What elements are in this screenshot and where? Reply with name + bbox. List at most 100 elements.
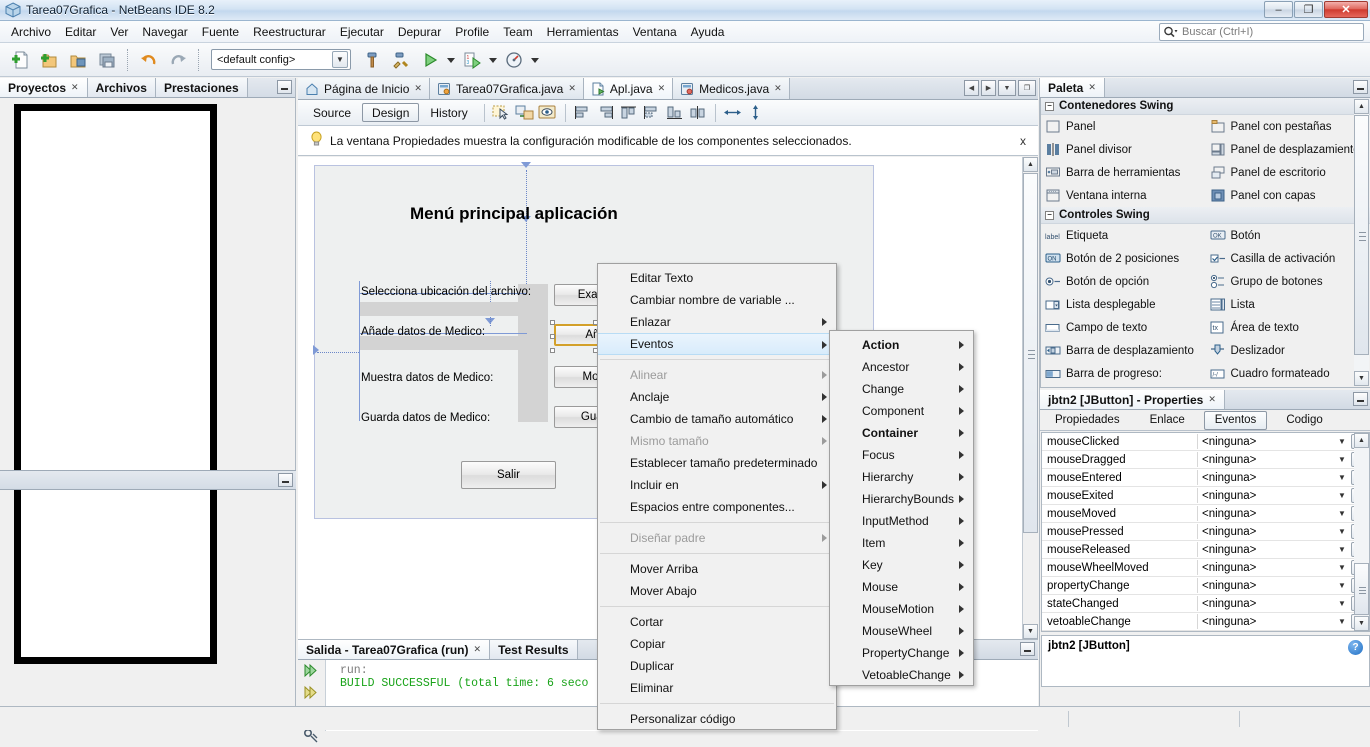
table-row[interactable]: stateChanged <ninguna> ▼ ... xyxy=(1042,595,1369,613)
palette-item-deslizador[interactable]: Deslizador xyxy=(1206,339,1370,362)
maximize-editor-button[interactable]: ❐ xyxy=(1018,80,1036,96)
minimize-projects-button[interactable] xyxy=(277,80,292,94)
scroll-tabs-left-button[interactable]: ◀ xyxy=(964,80,979,96)
chevron-down-icon[interactable]: ▼ xyxy=(1335,489,1349,503)
run-again-icon[interactable] xyxy=(303,663,320,681)
minimize-button[interactable]: – xyxy=(1264,1,1293,18)
undo-icon[interactable] xyxy=(135,47,162,73)
close-button[interactable]: ✕ xyxy=(1324,1,1368,18)
resize-horizontal-icon[interactable] xyxy=(722,103,744,123)
rerun-icon[interactable] xyxy=(303,685,320,703)
chevron-down-icon[interactable]: ▼ xyxy=(1335,561,1349,575)
table-row[interactable]: mouseExited <ninguna> ▼ ... xyxy=(1042,487,1369,505)
menu-editar[interactable]: Editar xyxy=(58,23,103,41)
palette-item-boton-de-opcion[interactable]: Botón de opción xyxy=(1041,270,1206,293)
palette-item-panel[interactable]: Panel xyxy=(1041,115,1206,138)
align-bottom-icon[interactable] xyxy=(664,103,686,123)
tab-propiedades[interactable]: Propiedades xyxy=(1044,411,1131,430)
scroll-down-icon[interactable]: ▼ xyxy=(1023,624,1038,639)
align-left-icon[interactable] xyxy=(572,103,594,123)
events-submenu-item-change[interactable]: Change xyxy=(830,378,973,400)
menu-ver[interactable]: Ver xyxy=(103,23,135,41)
menu-navegar[interactable]: Navegar xyxy=(135,23,194,41)
palette-item-panel-de-escritorio[interactable]: Panel de escritorio xyxy=(1206,161,1370,184)
events-submenu-item-focus[interactable]: Focus xyxy=(830,444,973,466)
left-panel-splitter[interactable] xyxy=(0,470,296,490)
clean-build-icon[interactable] xyxy=(387,47,414,73)
minimize-properties-button[interactable] xyxy=(1353,392,1368,406)
redo-icon[interactable] xyxy=(164,47,191,73)
context-menu-item-personalizar-codigo[interactable]: Personalizar código xyxy=(598,708,836,730)
tab-medicos-java[interactable]: Medicos.java ✕ xyxy=(673,78,790,99)
context-menu-item-espacios-entre-componentes[interactable]: Espacios entre componentes... xyxy=(598,496,836,518)
palette-item-panel-divisor[interactable]: Panel divisor xyxy=(1041,138,1206,161)
context-menu-item-mover-abajo[interactable]: Mover Abajo xyxy=(598,580,836,602)
align-top-icon[interactable] xyxy=(618,103,640,123)
palette-item-panel-con-pestanas[interactable]: Panel con pestañas xyxy=(1206,115,1370,138)
palette-item-cuadro-formateado[interactable]: /-/ Cuadro formateado xyxy=(1206,362,1370,385)
event-value-cell[interactable]: <ninguna> ▼ ... xyxy=(1197,524,1369,539)
tab-test-results[interactable]: Test Results xyxy=(490,640,577,659)
events-submenu-item-mousemotion[interactable]: MouseMotion xyxy=(830,598,973,620)
chevron-down-icon[interactable]: ▼ xyxy=(1335,597,1349,611)
palette-item-panel-con-capas[interactable]: Panel con capas xyxy=(1206,184,1370,207)
close-icon[interactable]: ✕ xyxy=(1088,82,1096,93)
connection-mode-icon[interactable] xyxy=(514,103,536,123)
palette-item-ventana-interna[interactable]: Ventana interna xyxy=(1041,184,1206,207)
events-submenu-item-mouse[interactable]: Mouse xyxy=(830,576,973,598)
events-submenu-item-component[interactable]: Component xyxy=(830,400,973,422)
chevron-down-icon[interactable]: ▼ xyxy=(1335,615,1349,629)
debug-project-icon[interactable]: 1 3 xyxy=(458,47,485,73)
run-project-icon[interactable] xyxy=(416,47,443,73)
palette-item-barra-de-herramientas[interactable]: Barra de herramientas xyxy=(1041,161,1206,184)
context-menu-item-enlazar[interactable]: Enlazar xyxy=(598,311,836,333)
tab-properties[interactable]: jbtn2 [JButton] - Properties ✕ xyxy=(1040,390,1225,409)
close-icon[interactable]: ✕ xyxy=(414,83,422,94)
menu-profile[interactable]: Profile xyxy=(448,23,496,41)
profile-dropdown-icon[interactable] xyxy=(529,47,540,73)
close-icon[interactable]: ✕ xyxy=(658,83,666,94)
palette-item-barra-de-desplazamiento[interactable]: Barra de desplazamiento xyxy=(1041,339,1206,362)
events-submenu-item-action[interactable]: Action xyxy=(830,334,973,356)
search-input[interactable]: Buscar (Ctrl+I) xyxy=(1159,23,1364,41)
tab-prestaciones[interactable]: Prestaciones xyxy=(156,78,248,97)
context-menu-item-copiar[interactable]: Copiar xyxy=(598,633,836,655)
context-menu-item-establecer-tamano-predeterminado[interactable]: Establecer tamaño predeterminado xyxy=(598,452,836,474)
event-value-cell[interactable]: <ninguna> ▼ ... xyxy=(1197,560,1369,575)
events-submenu-item-propertychange[interactable]: PropertyChange xyxy=(830,642,973,664)
chevron-down-icon[interactable]: ▼ xyxy=(1335,435,1349,449)
align-center-v-icon[interactable] xyxy=(687,103,709,123)
events-submenu-item-hierarchy[interactable]: Hierarchy xyxy=(830,466,973,488)
context-menu-item-cortar[interactable]: Cortar xyxy=(598,611,836,633)
new-file-icon[interactable] xyxy=(6,47,33,73)
event-value-cell[interactable]: <ninguna> ▼ ... xyxy=(1197,614,1369,629)
events-submenu-item-inputmethod[interactable]: InputMethod xyxy=(830,510,973,532)
menu-ayuda[interactable]: Ayuda xyxy=(684,23,732,41)
tab-salida[interactable]: Salida - Tarea07Grafica (run) ✕ xyxy=(298,640,490,659)
context-menu-item-anclaje[interactable]: Anclaje xyxy=(598,386,836,408)
palette-scrollbar-thumb[interactable] xyxy=(1354,115,1369,355)
palette-item-area-de-texto[interactable]: tx Área de texto xyxy=(1206,316,1370,339)
menu-team[interactable]: Team xyxy=(496,23,539,41)
debug-dropdown-icon[interactable] xyxy=(487,47,498,73)
canvas-scrollbar-thumb[interactable] xyxy=(1023,173,1038,533)
profile-project-icon[interactable] xyxy=(500,47,527,73)
context-menu-item-incluir-en[interactable]: Incluir en xyxy=(598,474,836,496)
palette-section-contenedores[interactable]: − Contenedores Swing xyxy=(1041,98,1370,115)
table-row[interactable]: mouseReleased <ninguna> ▼ ... xyxy=(1042,541,1369,559)
events-submenu[interactable]: Action Ancestor Change Component Contain… xyxy=(829,330,974,686)
events-scrollbar[interactable]: ▲ ▼ xyxy=(1354,433,1369,631)
minimize-palette-button[interactable] xyxy=(1353,80,1368,94)
chevron-down-icon[interactable]: ▼ xyxy=(332,51,348,68)
events-submenu-item-ancestor[interactable]: Ancestor xyxy=(830,356,973,378)
tab-history[interactable]: History xyxy=(420,103,477,122)
collapse-icon[interactable]: − xyxy=(1045,102,1054,111)
table-row[interactable]: mouseClicked <ninguna> ▼ ... xyxy=(1042,433,1369,451)
event-value-cell[interactable]: <ninguna> ▼ ... xyxy=(1197,506,1369,521)
context-menu-item-cambiar-nombre-de-variable[interactable]: Cambiar nombre de variable ... xyxy=(598,289,836,311)
event-value-cell[interactable]: <ninguna> ▼ ... xyxy=(1197,470,1369,485)
chevron-down-icon[interactable]: ▼ xyxy=(1335,525,1349,539)
menu-ventana[interactable]: Ventana xyxy=(626,23,684,41)
context-menu-item-eliminar[interactable]: Eliminar xyxy=(598,677,836,699)
events-submenu-item-mousewheel[interactable]: MouseWheel xyxy=(830,620,973,642)
